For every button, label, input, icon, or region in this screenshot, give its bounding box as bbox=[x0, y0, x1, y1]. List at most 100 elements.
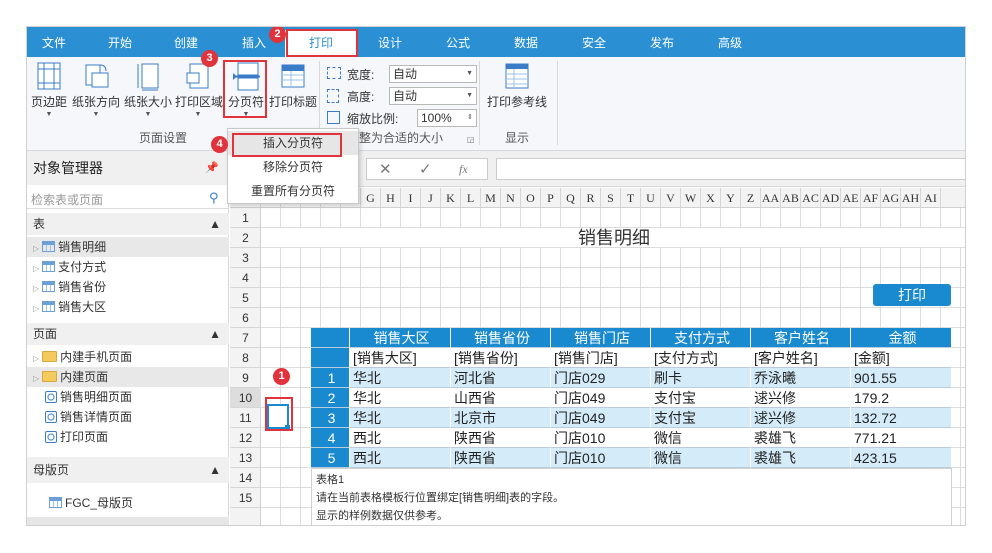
page-item[interactable]: 打印页面 bbox=[27, 427, 229, 447]
placeholder-cell: [销售大区] bbox=[350, 348, 451, 368]
table-item[interactable]: ▷ 支付方式 bbox=[27, 257, 229, 277]
row-header[interactable]: 4 bbox=[230, 268, 261, 288]
column-header[interactable]: K bbox=[441, 188, 461, 208]
row-header[interactable]: 10 bbox=[230, 388, 261, 408]
column-header[interactable]: AC bbox=[801, 188, 821, 208]
tab-formula[interactable]: 公式 bbox=[437, 27, 479, 57]
table-item[interactable]: ▷ 销售大区 bbox=[27, 297, 229, 317]
tab-data[interactable]: 数据 bbox=[505, 27, 547, 57]
column-header[interactable]: R bbox=[581, 188, 601, 208]
column-header[interactable]: O bbox=[521, 188, 541, 208]
column-header[interactable]: AD bbox=[821, 188, 841, 208]
row-header[interactable]: 11 bbox=[230, 408, 261, 428]
print-area-button[interactable]: 打印区域 ▼ bbox=[175, 61, 223, 120]
header-corner-cell bbox=[311, 328, 350, 348]
reset-page-breaks-item[interactable]: 重置所有分页符 bbox=[228, 179, 358, 203]
tab-publish[interactable]: 发布 bbox=[641, 27, 683, 57]
column-header[interactable]: AH bbox=[901, 188, 921, 208]
column-header[interactable]: Y bbox=[721, 188, 741, 208]
column-header[interactable]: W bbox=[681, 188, 701, 208]
table-note: 表格1 请在当前表格模板行位置绑定[销售明细]表的字段。 显示的样例数据仅供参考… bbox=[311, 468, 952, 525]
column-header[interactable]: T bbox=[621, 188, 641, 208]
folder-item[interactable]: ▷ 内建手机页面 bbox=[27, 347, 229, 367]
tab-start[interactable]: 开始 bbox=[99, 27, 141, 57]
ribbon-tab-bar: 文件 开始 创建 插入 打印 设计 公式 数据 安全 发布 高级 bbox=[27, 27, 965, 57]
column-header[interactable]: X bbox=[701, 188, 721, 208]
tab-advanced[interactable]: 高级 bbox=[709, 27, 751, 57]
column-header[interactable]: H bbox=[381, 188, 401, 208]
folder-item[interactable]: ▷ 内建页面 bbox=[27, 367, 229, 387]
pages-section-header[interactable]: 页面 ▲ bbox=[27, 323, 229, 345]
column-header[interactable]: L bbox=[461, 188, 481, 208]
column-header[interactable]: Z bbox=[741, 188, 761, 208]
column-header[interactable]: AI bbox=[921, 188, 941, 208]
column-header[interactable]: AF bbox=[861, 188, 881, 208]
row-header[interactable]: 8 bbox=[230, 348, 261, 368]
tables-section-header[interactable]: 表 ▲ bbox=[27, 213, 229, 235]
column-header[interactable]: M bbox=[481, 188, 501, 208]
ribbon: 页边距 ▼ 纸张方向 ▼ 纸张大小 ▼ 打印区域 ▼ 分页符 ▼ 打印标题 宽度: 自动 ▼… bbox=[27, 57, 965, 151]
column-header[interactable]: AB bbox=[781, 188, 801, 208]
paper-size-button[interactable]: 纸张大小 ▼ bbox=[123, 61, 173, 120]
column-header[interactable]: Q bbox=[561, 188, 581, 208]
master-section-header[interactable]: 母版页 ▲ bbox=[27, 457, 229, 483]
row-header[interactable]: 12 bbox=[230, 428, 261, 448]
column-header[interactable]: V bbox=[661, 188, 681, 208]
table-item[interactable]: ▷ 销售明细 bbox=[27, 237, 229, 257]
search-input[interactable]: 检索表或页面 ⚲ bbox=[27, 187, 229, 209]
row-header[interactable]: 9 bbox=[230, 368, 261, 388]
row-header[interactable]: 13 bbox=[230, 448, 261, 468]
tab-create[interactable]: 创建 bbox=[165, 27, 207, 57]
column-title-cell: 销售省份 bbox=[451, 328, 551, 348]
page-item[interactable]: 销售详情页面 bbox=[27, 407, 229, 427]
orientation-button[interactable]: 纸张方向 ▼ bbox=[71, 61, 121, 120]
search-icon[interactable]: ⚲ bbox=[209, 190, 219, 206]
column-header[interactable]: AG bbox=[881, 188, 901, 208]
row-header[interactable]: 2 bbox=[230, 228, 261, 248]
formula-input[interactable] bbox=[496, 158, 965, 180]
print-button[interactable]: 打印 bbox=[873, 284, 951, 306]
height-select[interactable]: 自动 ▼ bbox=[389, 87, 477, 105]
width-select[interactable]: 自动 ▼ bbox=[389, 65, 477, 83]
row-header[interactable]: 15 bbox=[230, 488, 261, 508]
group-page-setup: 页面设置 bbox=[139, 131, 188, 145]
highlight-insert-item bbox=[232, 133, 342, 157]
tab-file[interactable]: 文件 bbox=[33, 27, 75, 57]
row-header[interactable]: 1 bbox=[230, 208, 261, 228]
confirm-icon[interactable]: ✓ bbox=[419, 160, 432, 178]
column-header[interactable]: AE bbox=[841, 188, 861, 208]
tab-design[interactable]: 设计 bbox=[369, 27, 411, 57]
data-cell: 支付宝 bbox=[651, 388, 751, 408]
tab-security[interactable]: 安全 bbox=[573, 27, 615, 57]
column-header[interactable]: G bbox=[361, 188, 381, 208]
print-titles-button[interactable]: 打印标题 bbox=[269, 61, 317, 110]
table-item[interactable]: ▷ 销售省份 bbox=[27, 277, 229, 297]
column-header[interactable]: AA bbox=[761, 188, 781, 208]
column-header[interactable]: I bbox=[401, 188, 421, 208]
print-guides-button[interactable]: 打印参考线 bbox=[485, 61, 549, 110]
column-header[interactable]: P bbox=[541, 188, 561, 208]
function-icon[interactable]: fx bbox=[459, 162, 468, 177]
column-header[interactable]: N bbox=[501, 188, 521, 208]
folder-icon bbox=[42, 351, 58, 362]
data-cell: 华北 bbox=[350, 408, 451, 428]
margin-button[interactable]: 页边距 ▼ bbox=[29, 61, 69, 120]
master-page-item[interactable]: FGC_母版页 bbox=[27, 493, 229, 513]
data-cell: 逑兴修 bbox=[751, 408, 851, 428]
column-header[interactable]: J bbox=[421, 188, 441, 208]
remove-page-break-item[interactable]: 移除分页符 bbox=[228, 155, 358, 179]
row-header[interactable]: 6 bbox=[230, 308, 261, 328]
app-window: 文件 开始 创建 插入 打印 设计 公式 数据 安全 发布 高级 页边距 ▼ 纸张… bbox=[26, 26, 966, 526]
row-header[interactable]: 14 bbox=[230, 468, 261, 488]
cancel-icon[interactable]: ✕ bbox=[379, 160, 392, 178]
page-item[interactable]: 销售明细页面 bbox=[27, 387, 229, 407]
data-cell: 河北省 bbox=[451, 368, 551, 388]
row-header[interactable]: 7 bbox=[230, 328, 261, 348]
data-cell: 华北 bbox=[350, 368, 451, 388]
column-header[interactable]: S bbox=[601, 188, 621, 208]
scale-input[interactable]: 100% ⇕ bbox=[417, 109, 477, 127]
column-header[interactable]: U bbox=[641, 188, 661, 208]
row-header[interactable]: 3 bbox=[230, 248, 261, 268]
step-badge-3: 3 bbox=[201, 50, 218, 67]
row-header[interactable]: 5 bbox=[230, 288, 261, 308]
